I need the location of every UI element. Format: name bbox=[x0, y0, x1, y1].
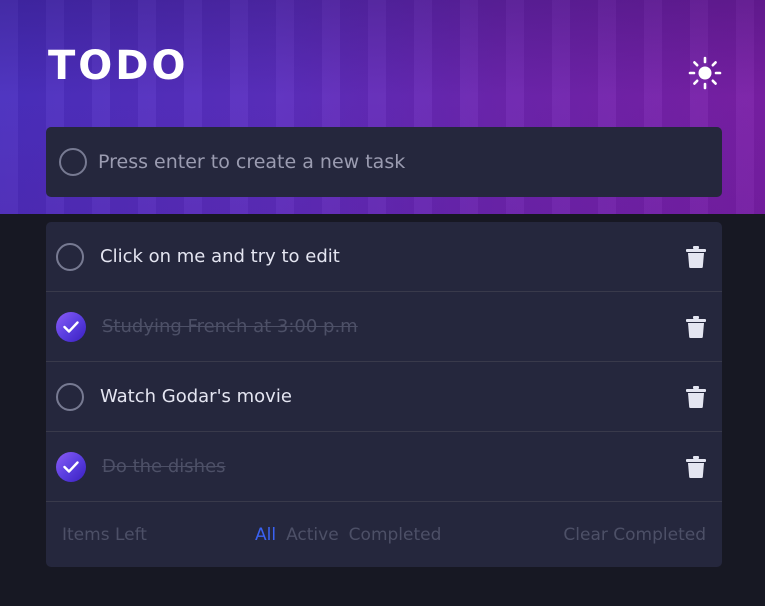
clear-completed-button[interactable]: Clear Completed bbox=[563, 525, 706, 545]
check-icon bbox=[63, 320, 79, 333]
todo-item-text[interactable]: Click on me and try to edit bbox=[100, 246, 340, 267]
list-footer: Items Left All Active Completed Clear Co… bbox=[46, 502, 722, 567]
new-task-input[interactable] bbox=[98, 151, 658, 173]
new-task-circle-icon bbox=[59, 148, 87, 176]
check-icon bbox=[63, 460, 79, 473]
todo-list: Click on me and try to edit Studying Fre… bbox=[46, 222, 722, 567]
todo-item-text[interactable]: Studying French at 3:00 p.m bbox=[102, 316, 358, 337]
filter-completed[interactable]: Completed bbox=[349, 525, 442, 545]
todo-item[interactable]: Do the dishes bbox=[46, 432, 722, 502]
filter-group: All Active Completed bbox=[255, 525, 441, 545]
todo-item[interactable]: Studying French at 3:00 p.m bbox=[46, 292, 722, 362]
checkbox-checked[interactable] bbox=[56, 311, 86, 342]
new-task-bar bbox=[46, 127, 722, 197]
trash-icon[interactable] bbox=[686, 246, 706, 268]
trash-icon[interactable] bbox=[686, 456, 706, 478]
checkbox-checked[interactable] bbox=[56, 451, 86, 482]
checkbox-unchecked-icon[interactable] bbox=[56, 382, 84, 411]
checkbox-unchecked-icon[interactable] bbox=[56, 242, 84, 271]
filter-all[interactable]: All bbox=[255, 525, 276, 545]
todo-item[interactable]: Watch Godar's movie bbox=[46, 362, 722, 432]
sun-icon bbox=[688, 56, 722, 90]
theme-toggle-button[interactable] bbox=[688, 56, 722, 90]
app-title: TODO bbox=[48, 43, 189, 89]
todo-item[interactable]: Click on me and try to edit bbox=[46, 222, 722, 292]
trash-icon[interactable] bbox=[686, 316, 706, 338]
todo-item-text[interactable]: Do the dishes bbox=[102, 456, 226, 477]
filter-active[interactable]: Active bbox=[286, 525, 339, 545]
trash-icon[interactable] bbox=[686, 386, 706, 408]
todo-item-text[interactable]: Watch Godar's movie bbox=[100, 386, 292, 407]
items-left-label: Items Left bbox=[62, 524, 147, 545]
